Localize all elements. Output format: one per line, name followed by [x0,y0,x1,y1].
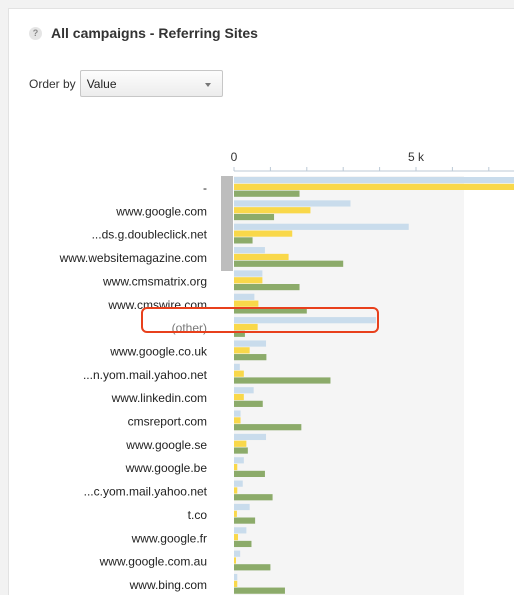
bar-3[interactable] [234,564,271,571]
category-label[interactable]: t.co [188,508,208,522]
category-label[interactable]: ...n.yom.mail.yahoo.net [83,368,208,382]
x-tick-label: 5 k [408,150,425,164]
bar-1[interactable] [234,550,241,557]
bar-3[interactable] [234,587,285,594]
category-label[interactable]: www.google.com.au [99,555,207,569]
bar-1[interactable] [234,247,265,254]
bar-1[interactable] [234,177,514,184]
category-label[interactable]: ...c.yom.mail.yahoo.net [84,485,208,499]
bar-2[interactable] [234,534,239,541]
bar-3[interactable] [234,494,273,501]
x-tick-label: 0 [231,150,238,164]
bar-1[interactable] [234,433,267,441]
bar-1[interactable] [234,363,240,370]
category-label[interactable]: www.bing.com [129,578,207,592]
bar-1[interactable] [234,503,250,511]
bar-1[interactable] [234,457,244,464]
bar-2[interactable] [234,510,237,517]
bar-3[interactable] [234,517,256,524]
category-label[interactable]: cmsreport.com [128,415,207,429]
bar-2[interactable] [234,277,263,284]
bar-2[interactable] [234,440,247,447]
bar-3[interactable] [234,237,253,244]
bar-3[interactable] [234,260,344,267]
bar-2[interactable] [234,230,293,237]
bar-3[interactable] [234,447,248,454]
category-label[interactable]: www.google.co.uk [109,344,208,358]
bar-2[interactable] [234,300,259,307]
bar-2[interactable] [234,207,311,214]
bar-1[interactable] [234,480,243,487]
category-label[interactable]: www.google.fr [131,531,207,545]
category-label[interactable]: - [203,181,207,195]
category-label[interactable]: www.linkedin.com [111,391,207,405]
referring-sites-chart: 0 5 k - www.google.com ...ds.g.doubleclick.n… [59,150,514,595]
bar-3[interactable] [234,284,300,291]
bar-2[interactable] [234,487,238,494]
bar-2[interactable] [234,393,244,401]
bar-1[interactable] [234,340,267,347]
bar-2[interactable] [234,580,238,587]
bar-3[interactable] [234,190,300,197]
category-label[interactable]: www.websitemagazine.com [59,251,207,265]
category-label[interactable]: www.cmsmatrix.org [102,274,207,288]
bar-3[interactable] [234,470,265,477]
bar-2[interactable] [234,464,238,471]
bar-1[interactable] [234,387,254,394]
bar-2[interactable] [234,347,250,354]
bar-1[interactable] [234,527,247,534]
bar-3[interactable] [234,354,267,361]
bar-2[interactable] [234,557,237,564]
category-label[interactable]: www.google.be [125,461,208,475]
bar-1[interactable] [234,573,238,581]
bar-2[interactable] [234,370,244,377]
bar-3[interactable] [234,400,263,407]
plot-background [234,176,464,595]
category-label[interactable]: www.google.com [115,204,207,218]
bar-3[interactable] [234,213,275,221]
bar-1[interactable] [234,223,409,230]
bar-3[interactable] [234,424,302,431]
scroll-indicator[interactable] [221,176,233,271]
bar-2[interactable] [234,253,289,261]
bar-1[interactable] [234,200,351,207]
bar-1[interactable] [234,410,241,417]
other-highlight-box [141,307,379,333]
bar-3[interactable] [234,540,252,548]
category-label[interactable]: www.google.se [125,438,207,452]
bar-3[interactable] [234,377,331,384]
bar-1[interactable] [234,293,255,300]
bar-2[interactable] [234,417,241,424]
bar-2[interactable] [234,183,514,190]
bar-1[interactable] [234,270,263,277]
category-label[interactable]: ...ds.g.doubleclick.net [92,228,208,242]
